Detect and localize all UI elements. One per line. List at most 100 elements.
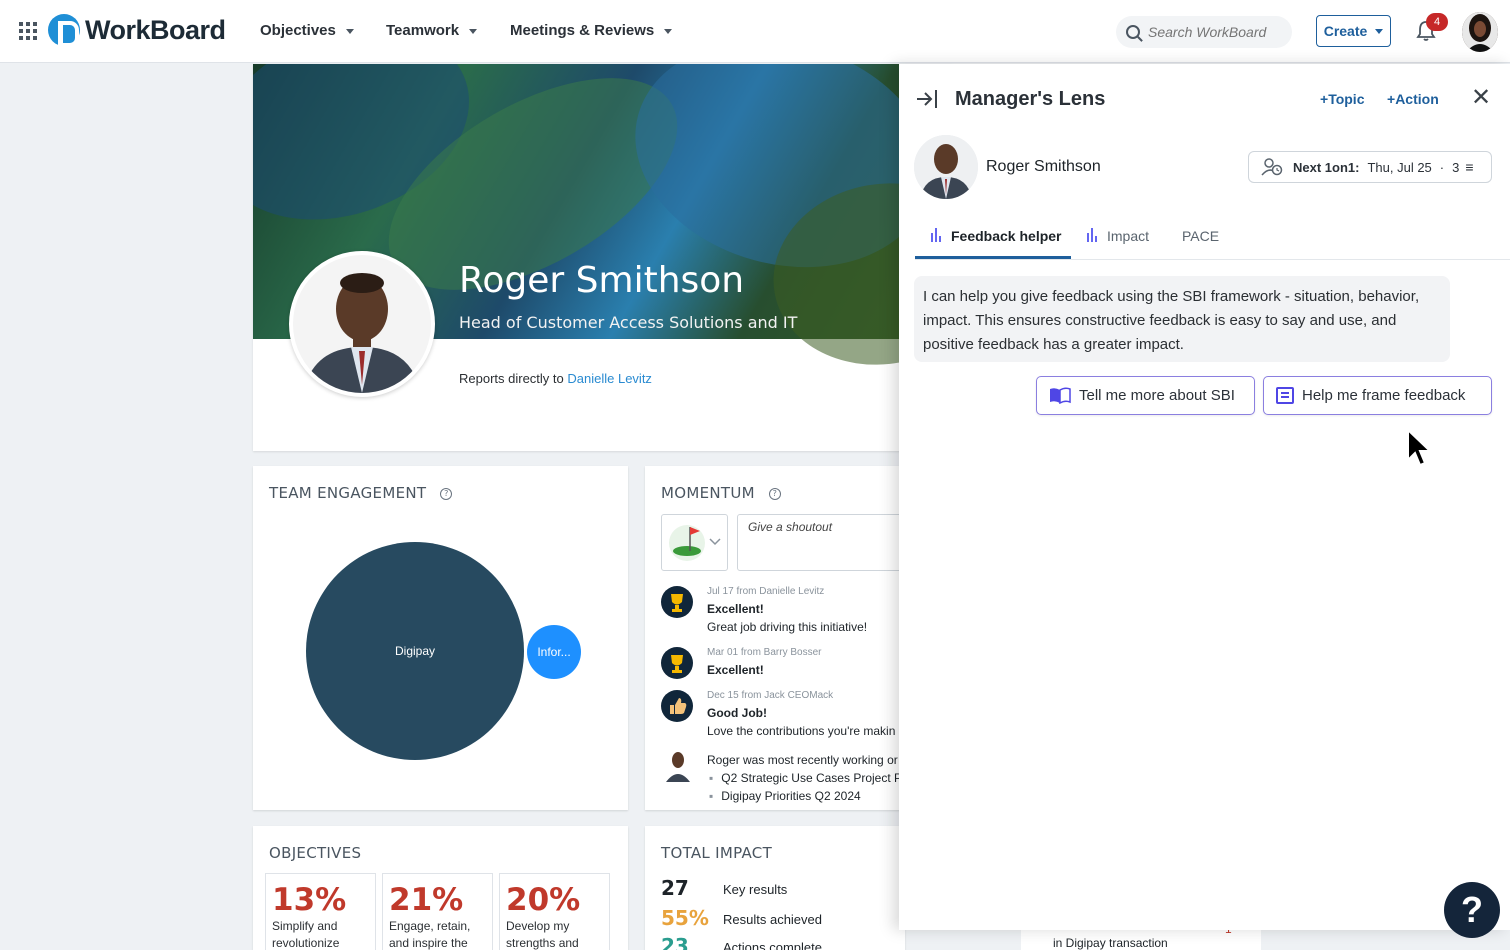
- book-icon: [1050, 387, 1071, 404]
- momentum-card: MOMENTUM? Give a shoutout Jul 17 from Da…: [645, 466, 905, 810]
- search-box[interactable]: [1116, 16, 1292, 48]
- bullet-icon: ▪: [709, 789, 714, 803]
- collapse-panel-icon[interactable]: [915, 88, 939, 110]
- nav-teamwork-label: Teamwork: [386, 22, 460, 39]
- momentum-title: MOMENTUM: [661, 484, 755, 502]
- tab-impact[interactable]: Impact: [1087, 228, 1149, 258]
- help-icon[interactable]: ?: [768, 487, 781, 500]
- thumbs-up-icon: [661, 690, 693, 722]
- impact-label: Key results: [723, 882, 788, 897]
- separator-dot: ·: [1439, 159, 1445, 175]
- feed-meta: Mar 01 from Barry Bosser: [707, 647, 822, 658]
- next-1on1-label: Next 1on1:: [1293, 159, 1360, 175]
- feed-head: Excellent!: [707, 663, 764, 677]
- next-1on1-button[interactable]: Next 1on1: Thu, Jul 25 · 3 ≡: [1248, 151, 1492, 183]
- feed-body: Great job driving this initiative!: [707, 620, 868, 634]
- add-topic-label: Topic: [1328, 91, 1365, 107]
- logo-text: WorkBoard: [85, 14, 226, 45]
- objective-text: Simplify and: [272, 919, 338, 933]
- app-grid-icon[interactable]: [19, 22, 37, 40]
- total-impact-title: TOTAL IMPACT: [661, 844, 773, 862]
- reports-to-line: Reports directly to Danielle Levitz: [459, 371, 652, 386]
- user-avatar[interactable]: [1462, 12, 1498, 52]
- list-icon: ≡: [1465, 159, 1474, 175]
- impact-number: 27: [661, 876, 689, 900]
- search-icon: [1126, 25, 1140, 39]
- create-button[interactable]: Create: [1316, 15, 1391, 47]
- engagement-bubble-infor[interactable]: Infor...: [527, 625, 581, 679]
- recent-work-item[interactable]: ▪ Q2 Strategic Use Cases Project P: [709, 771, 902, 785]
- lens-person-avatar: [914, 135, 978, 199]
- impact-number: 23: [661, 934, 689, 950]
- agenda-count: 3: [1452, 159, 1460, 175]
- add-action-button[interactable]: +Action: [1387, 91, 1439, 107]
- chevron-down-icon: [1375, 28, 1384, 34]
- person-clock-icon: [1261, 158, 1283, 176]
- feed-meta: Dec 15 from Jack CEOMack: [707, 690, 834, 701]
- ai-bars-icon: [1087, 228, 1099, 242]
- workboard-logo-icon: [48, 14, 80, 47]
- feed-body: Love the contributions you're makin: [707, 724, 896, 738]
- objective-percent: 20%: [506, 882, 581, 918]
- objectives-title: OBJECTIVES: [269, 844, 362, 862]
- reports-prefix: Reports directly to: [459, 371, 564, 386]
- plus-icon: +: [1320, 91, 1329, 107]
- chevron-down-icon: [664, 28, 673, 34]
- tell-me-more-sbi-button[interactable]: Tell me more about SBI: [1036, 376, 1255, 415]
- objective-text: Engage, retain,: [389, 919, 471, 933]
- active-tab-indicator: [915, 256, 1071, 259]
- tab-feedback-helper[interactable]: Feedback helper: [931, 228, 1062, 258]
- recent-work-item[interactable]: ▪ Digipay Priorities Q2 2024: [709, 789, 861, 803]
- assistant-message: I can help you give feedback using the S…: [914, 276, 1450, 362]
- objective-tile[interactable]: 13% Simplify and revolutionize: [265, 873, 376, 950]
- nav-objectives-label: Objectives: [260, 22, 336, 39]
- impact-label: Results achieved: [723, 912, 822, 927]
- tab-label: Feedback helper: [951, 228, 1062, 244]
- profile-header-card: Roger Smithson Head of Customer Access S…: [253, 64, 953, 451]
- ai-bars-icon: [931, 228, 943, 242]
- tab-pace[interactable]: PACE: [1182, 228, 1219, 258]
- objective-percent: 13%: [272, 882, 347, 918]
- card-title: MOMENTUM?: [661, 484, 781, 502]
- objectives-card: OBJECTIVES 13% Simplify and revolutioniz…: [253, 826, 628, 950]
- nav-teamwork[interactable]: Teamwork: [386, 22, 478, 39]
- add-topic-button[interactable]: +Topic: [1320, 91, 1364, 107]
- profile-title: Head of Customer Access Solutions and IT: [459, 313, 798, 332]
- notification-badge: 4: [1426, 13, 1448, 31]
- card-title: TEAM ENGAGEMENT?: [269, 484, 453, 502]
- add-action-label: Action: [1395, 91, 1439, 107]
- nav-objectives[interactable]: Objectives: [260, 22, 354, 39]
- help-icon[interactable]: ?: [440, 487, 453, 500]
- partial-card-text: in Digipay transaction: [1053, 936, 1168, 950]
- golf-flag-icon: [669, 525, 721, 561]
- search-input[interactable]: [1148, 24, 1288, 40]
- impact-number: 55%: [661, 906, 709, 930]
- help-button[interactable]: ?: [1444, 882, 1500, 938]
- roger-mini-avatar: [665, 750, 691, 782]
- engagement-bubble-digipay[interactable]: Digipay: [306, 542, 524, 760]
- objective-tile[interactable]: 20% Develop my strengths and: [499, 873, 610, 950]
- trophy-icon: [661, 647, 693, 679]
- manager-link[interactable]: Danielle Levitz: [567, 371, 652, 386]
- objective-text: Develop my: [506, 919, 570, 933]
- objective-tile[interactable]: 21% Engage, retain, and inspire the: [382, 873, 493, 950]
- close-icon[interactable]: ✕: [1471, 86, 1491, 110]
- chevron-down-icon: [345, 28, 354, 34]
- recent-work-intro: Roger was most recently working or: [707, 753, 898, 767]
- create-label: Create: [1323, 23, 1368, 39]
- workboard-logo[interactable]: WorkBoard: [48, 14, 226, 47]
- shoutout-emoji-picker[interactable]: [661, 514, 728, 571]
- trophy-icon: [661, 586, 693, 618]
- help-frame-feedback-button[interactable]: Help me frame feedback: [1263, 376, 1492, 415]
- shoutout-input[interactable]: Give a shoutout: [737, 514, 905, 571]
- profile-name: Roger Smithson: [459, 260, 745, 301]
- objective-text: strengths and: [506, 936, 579, 950]
- profile-photo: [289, 251, 435, 397]
- button-label: Tell me more about SBI: [1079, 387, 1235, 404]
- tab-label: PACE: [1182, 228, 1220, 244]
- recent-item-label: Q2 Strategic Use Cases Project P: [721, 771, 903, 785]
- chat-icon: [1276, 387, 1294, 404]
- top-navigation-bar: WorkBoard Objectives Teamwork Meetings &…: [0, 0, 1510, 63]
- total-impact-card: TOTAL IMPACT 27 Key results 55% Results …: [645, 826, 905, 950]
- nav-meetings-reviews[interactable]: Meetings & Reviews: [510, 22, 673, 39]
